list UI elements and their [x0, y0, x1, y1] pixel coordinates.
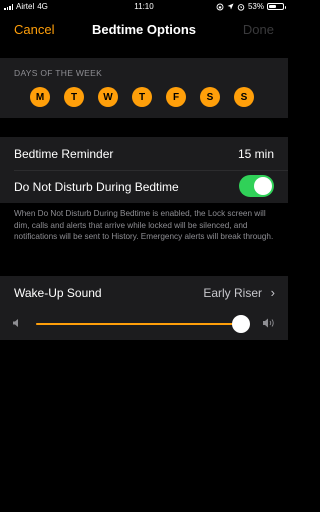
bedtime-settings-group: Bedtime Reminder 15 min Do Not Disturb D…: [0, 137, 288, 203]
days-of-week-section: DAYS OF THE WEEK M T W T F S S: [0, 58, 288, 118]
day-sunday[interactable]: S: [234, 87, 254, 107]
bedtime-reminder-row[interactable]: Bedtime Reminder 15 min: [0, 137, 288, 170]
dnd-footnote: When Do Not Disturb During Bedtime is en…: [14, 209, 274, 241]
orientation-lock-icon: [216, 3, 224, 10]
navigation-bar: Cancel Bedtime Options Done: [0, 14, 288, 46]
dnd-row: Do Not Disturb During Bedtime: [0, 170, 288, 203]
days-header: DAYS OF THE WEEK: [14, 68, 103, 78]
battery-fill: [269, 5, 276, 8]
alarm-icon: [237, 3, 245, 11]
dnd-label: Do Not Disturb During Bedtime: [14, 180, 179, 194]
toggle-knob: [254, 177, 272, 195]
location-icon: [227, 3, 234, 10]
status-bar: Airtel 4G 11:10 53%: [0, 0, 288, 14]
bedtime-reminder-label: Bedtime Reminder: [14, 147, 114, 161]
volume-slider-fill: [36, 323, 242, 325]
volume-high-icon: [263, 318, 274, 328]
day-friday[interactable]: F: [166, 87, 186, 107]
battery-percent: 53%: [247, 2, 264, 11]
wake-up-sound-row[interactable]: Wake-Up Sound Early Riser ›: [0, 276, 288, 309]
dnd-toggle[interactable]: [239, 175, 274, 197]
volume-slider-thumb[interactable]: [232, 315, 251, 333]
status-right: 53%: [216, 2, 286, 11]
battery-icon: [267, 3, 286, 10]
day-tuesday[interactable]: T: [64, 87, 84, 107]
wake-up-sound-value: Early Riser: [203, 286, 262, 300]
day-thursday[interactable]: T: [132, 87, 152, 107]
day-monday[interactable]: M: [30, 87, 50, 107]
chevron-right-icon: ›: [270, 285, 275, 300]
volume-low-icon: [13, 319, 18, 327]
days-row: M T W T F S S: [30, 87, 260, 109]
day-wednesday[interactable]: W: [98, 87, 118, 107]
done-button[interactable]: Done: [243, 22, 274, 37]
bedtime-reminder-value: 15 min: [237, 147, 274, 161]
day-saturday[interactable]: S: [200, 87, 220, 107]
wake-up-sound-label: Wake-Up Sound: [14, 286, 102, 300]
wake-up-sound-group: Wake-Up Sound Early Riser ›: [0, 276, 288, 340]
